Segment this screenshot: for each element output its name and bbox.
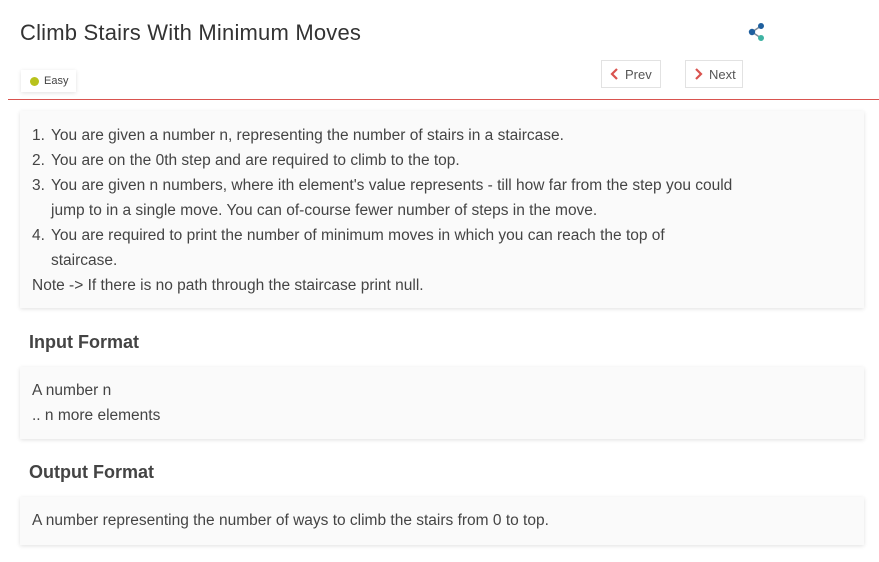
- input-format-line: .. n more elements: [32, 407, 161, 424]
- next-label: Next: [709, 66, 736, 82]
- problem-header: Climb Stairs With Minimum Moves Easy Pre…: [0, 0, 879, 100]
- difficulty-label: Easy: [44, 75, 69, 87]
- input-format-line: A number n: [32, 382, 112, 399]
- prev-label: Prev: [625, 66, 652, 82]
- problem-description: 1. You are given a number n, representin…: [20, 111, 864, 308]
- description-note: Note -> If there is no path through the …: [32, 277, 424, 294]
- list-item: 1. You are given a number n, representin…: [32, 127, 564, 144]
- description-list: 1. You are given a number n, representin…: [32, 123, 852, 273]
- page-title: Climb Stairs With Minimum Moves: [20, 20, 362, 45]
- list-item: 4. You are required to print the number …: [32, 227, 665, 269]
- output-format-line: A number representing the number of ways…: [32, 512, 549, 529]
- difficulty-dot-icon: [30, 76, 39, 86]
- header-divider: [8, 99, 879, 100]
- output-format-panel: A number representing the number of ways…: [20, 497, 864, 545]
- share-icon[interactable]: [746, 21, 768, 43]
- input-format-heading: Input Format: [29, 332, 139, 352]
- next-button[interactable]: Next: [685, 60, 743, 88]
- list-item: 2. You are on the 0th step and are requi…: [32, 152, 460, 169]
- chevron-right-icon: [694, 68, 703, 80]
- prev-button[interactable]: Prev: [601, 60, 661, 88]
- output-format-heading: Output Format: [29, 462, 154, 482]
- difficulty-badge: Easy: [21, 70, 77, 92]
- input-format-panel: A number n .. n more elements: [20, 367, 864, 439]
- chevron-left-icon: [610, 68, 619, 80]
- list-item: 3. You are given n numbers, where ith el…: [32, 177, 733, 219]
